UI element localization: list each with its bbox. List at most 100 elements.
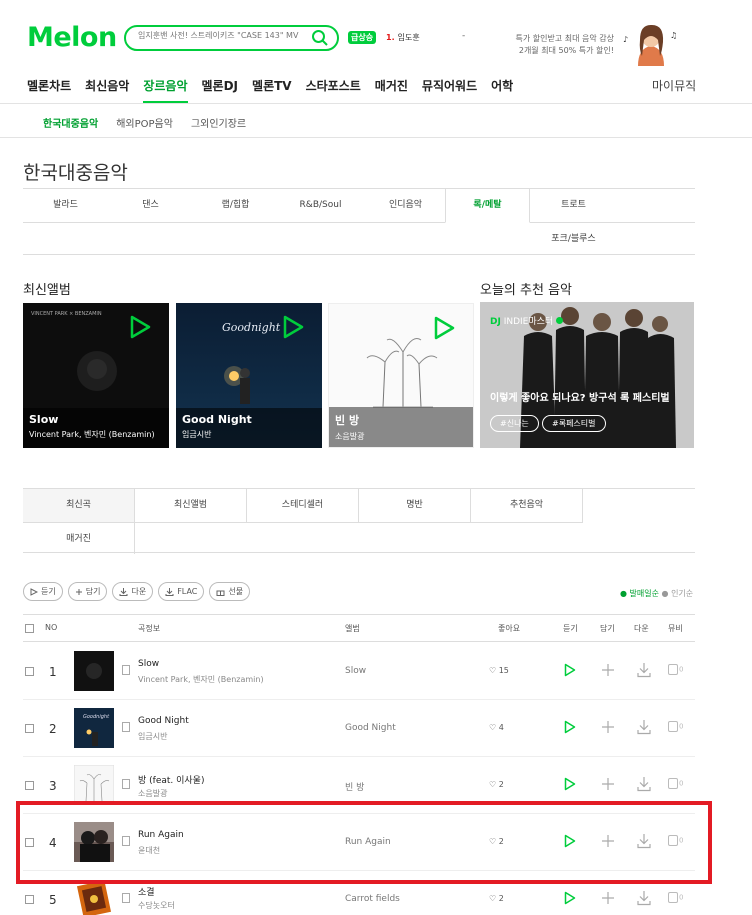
nav-melon-chart[interactable]: 멜론차트 [27,77,71,103]
genre-trot[interactable]: 트로트 [531,189,616,222]
song-artist[interactable]: 소음발광 [138,788,167,799]
song-title[interactable]: Good Night [138,716,189,726]
album-title[interactable]: Good Night [182,413,316,426]
genre-rnb[interactable]: R&B/Soul [278,189,363,222]
download-icon[interactable] [636,662,652,678]
nav-magazine[interactable]: 매거진 [375,77,408,103]
album-title[interactable]: Slow [29,413,163,426]
subnav-other-genres[interactable]: 그외인기장르 [191,115,246,130]
recommend-card[interactable]: DJ INDIE마스터 이렇게 좋아요 되나요? 방구석 록 페스티벌 #신나는… [480,302,694,448]
nav-star-post[interactable]: 스타포스트 [306,77,361,103]
song-album[interactable]: Slow [345,666,366,676]
rising-rank-item[interactable]: 1. 임도훈 [386,32,420,43]
subnav-korean-pop[interactable]: 한국대중음악 [43,115,98,130]
plus-icon[interactable] [601,720,615,734]
row-checkbox[interactable] [25,895,34,904]
album-title[interactable]: 빈 방 [335,412,467,428]
melon-logo[interactable]: Melon [27,22,117,53]
play-icon[interactable] [564,720,576,734]
mv-button[interactable]: 0 [668,778,683,789]
like-button[interactable]: ♡ 4 [489,723,504,732]
song-album[interactable]: 빈 방 [345,780,364,793]
album-tile-slow[interactable]: VINCENT PARK × BENZAMIN Slow Vincent Par… [23,303,169,448]
album-thumbnail[interactable] [74,651,114,691]
genre-dance[interactable]: 댄스 [108,189,193,222]
recommend-text[interactable]: 이렇게 좋아요 되나요? 방구석 록 페스티벌 [490,389,670,404]
tab-masterpiece[interactable]: 명반 [359,489,471,523]
song-album[interactable]: Carrot fields [345,894,400,904]
download-icon[interactable] [636,719,652,735]
plus-icon[interactable] [601,891,615,905]
album-artist[interactable]: 임금시반 [182,429,316,440]
plus-icon[interactable] [601,777,615,791]
album-thumbnail[interactable]: Goodnight [74,708,114,748]
nav-music-award[interactable]: 뮤직어워드 [422,77,477,103]
song-title[interactable]: 방 (feat. 이사울) [138,773,204,786]
dj-name[interactable]: INDIE마스터 [504,317,554,327]
recommend-tag-2[interactable]: #록페스티벌 [542,415,606,432]
play-icon[interactable] [564,891,576,905]
tab-recommend[interactable]: 추천음악 [471,489,583,523]
nav-new-music[interactable]: 최신음악 [85,77,129,103]
album-thumbnail[interactable] [74,879,114,915]
genre-folk[interactable]: 포크/블루스 [531,223,616,256]
download-icon[interactable] [636,776,652,792]
play-icon[interactable] [564,663,576,677]
mv-button[interactable]: 0 [668,892,683,903]
sort-by-popularity[interactable]: ● 인기순 [662,589,694,598]
download-button[interactable]: 다운 [112,582,154,601]
song-info-icon[interactable] [122,665,130,675]
recommend-tag-1[interactable]: #신나는 [490,415,539,432]
song-artist[interactable]: 임금시반 [138,731,167,742]
row-checkbox[interactable] [25,781,34,790]
promo-character-illustration[interactable]: ♪ ♫ [618,22,684,66]
genre-indie[interactable]: 인디음악 [363,189,448,222]
song-title[interactable]: Slow [138,659,159,669]
search-input[interactable] [138,31,308,40]
nav-melon-dj[interactable]: 멜론DJ [202,77,239,103]
song-album[interactable]: Good Night [345,723,396,733]
like-button[interactable]: ♡ 2 [489,780,504,789]
play-icon[interactable] [433,316,455,340]
album-artist[interactable]: Vincent Park, 벤자민 (Benzamin) [29,429,163,440]
like-button[interactable]: ♡ 15 [489,666,509,675]
nav-melon-tv[interactable]: 멜론TV [252,77,292,103]
like-button[interactable]: ♡ 2 [489,894,504,903]
genre-hiphop[interactable]: 랩/힙합 [193,189,278,222]
tab-latest-albums[interactable]: 최신앨범 [135,489,247,523]
song-info-icon[interactable] [122,722,130,732]
subnav-foreign-pop[interactable]: 해외POP음악 [116,115,173,130]
row-checkbox[interactable] [25,724,34,733]
plus-icon[interactable] [601,663,615,677]
song-artist[interactable]: Vincent Park, 벤자민 (Benzamin) [138,674,264,685]
song-info-icon[interactable] [122,893,130,903]
tab-steady-seller[interactable]: 스테디셀러 [247,489,359,523]
album-tile-good-night[interactable]: Goodnight Good Night 임금시반 [176,303,322,448]
genre-ballad[interactable]: 발라드 [23,189,108,222]
song-artist[interactable]: 수당놋오터 [138,900,175,911]
album-thumbnail[interactable] [74,765,114,805]
row-checkbox[interactable] [25,667,34,676]
promo-banner-text[interactable]: 특가 할인받고 최대 음악 감상 2개월 최대 50% 특가 할인! [508,33,615,57]
download-icon[interactable] [636,890,652,906]
select-all-checkbox[interactable] [25,624,34,633]
nav-language[interactable]: 어학 [491,77,513,103]
album-tile-empty-room[interactable]: 빈 방 소음발광 [328,303,474,448]
nav-genre-music[interactable]: 장르음악 [143,77,188,103]
play-all-button[interactable]: 듣기 [23,582,63,601]
play-icon[interactable] [282,315,304,339]
genre-rock[interactable]: 록/메탈 [445,189,530,223]
sort-by-date[interactable]: ● 발매일순 [620,589,659,598]
tab-magazine[interactable]: 매거진 [23,523,135,554]
nav-my-music[interactable]: 마이뮤직 [652,77,696,94]
play-icon[interactable] [564,777,576,791]
add-button[interactable]: 담기 [67,582,108,601]
song-info-icon[interactable] [122,779,130,789]
song-title[interactable]: 소결 [138,885,155,898]
mv-button[interactable]: 0 [668,721,683,732]
gift-button[interactable]: 선물 [209,582,251,601]
album-artist[interactable]: 소음발광 [335,431,467,442]
flac-button[interactable]: FLAC [158,582,205,601]
tab-latest-songs[interactable]: 최신곡 [23,489,135,523]
play-icon[interactable] [129,315,151,339]
